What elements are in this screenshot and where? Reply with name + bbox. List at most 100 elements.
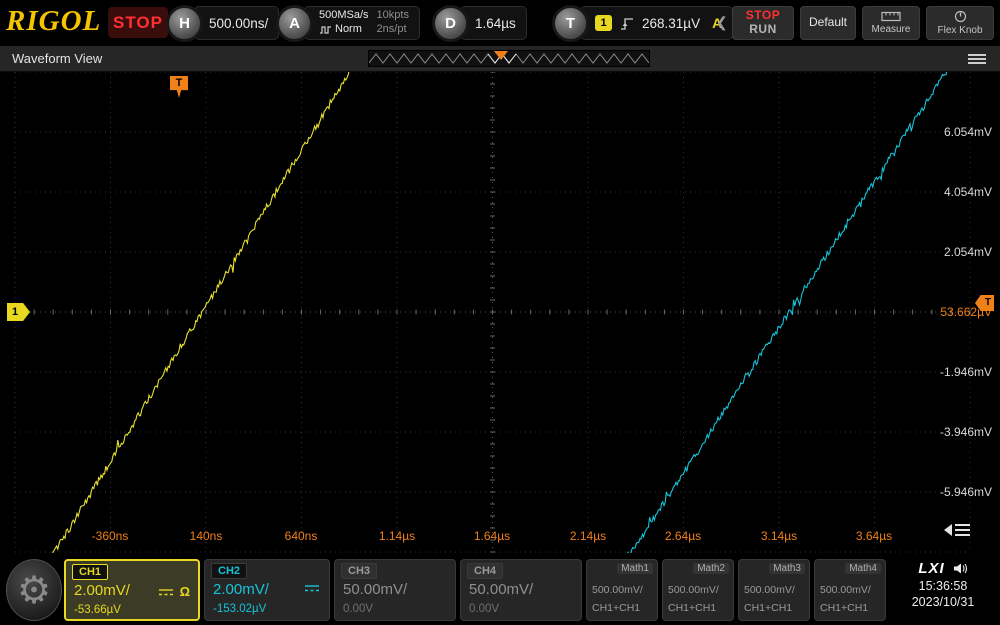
stop-run-button[interactable]: STOP RUN <box>732 6 794 40</box>
ch1-scale: 2.00mV/ <box>74 582 130 599</box>
flex-knob-icon <box>953 10 968 23</box>
lxi-logo: LXI <box>918 560 944 577</box>
measure-label: Measure <box>872 24 911 36</box>
rigol-logo: RIGOL <box>6 5 101 38</box>
y-axis-label: -3.946mV <box>940 425 992 439</box>
ch4-offset: 0.00V <box>469 603 499 615</box>
ch2-status-box[interactable]: CH2 2.00mV/ -153.02µV <box>204 559 330 621</box>
math2-scale: 500.00mV/ <box>668 584 719 596</box>
flex-knob-label: Flex Knob <box>937 25 982 37</box>
ch1-status-box[interactable]: CH1 2.00mV/ Ω -53.66µV <box>64 559 200 621</box>
waveform-canvas <box>0 72 1000 556</box>
chevron-left-icon[interactable]: ❮ <box>716 14 728 31</box>
math3-status-box[interactable]: Math3 500.00mV/ CH1+CH1 <box>738 559 810 621</box>
acquisition-status-badge: STOP <box>108 7 168 38</box>
math3-scale: 500.00mV/ <box>744 584 795 596</box>
trigger-group: T 1 268.31µV A <box>554 6 733 40</box>
math2-label: Math2 <box>693 563 729 574</box>
ch4-scale: 50.00mV/ <box>469 581 533 598</box>
memory-depth: 10kpts <box>377 9 409 23</box>
x-axis-label: 1.64µs <box>474 529 510 543</box>
math1-scale: 500.00mV/ <box>592 584 643 596</box>
x-axis-label: 140ns <box>190 529 223 543</box>
oscilloscope-screen: RIGOL STOP H 500.00ns/ A 500MSa/s Norm <box>0 0 1000 625</box>
math3-label: Math3 <box>769 563 805 574</box>
measure-icon <box>881 11 901 22</box>
system-date: 2023/10/31 <box>912 595 975 609</box>
ch4-status-box[interactable]: CH4 50.00mV/ 0.00V <box>460 559 582 621</box>
ch2-label: CH2 <box>211 563 247 579</box>
x-axis-label: -360ns <box>92 529 129 543</box>
y-axis-label: -5.946mV <box>940 485 992 499</box>
system-info: LXI 15:36:58 2023/10/31 <box>890 560 996 609</box>
waveform-display[interactable]: T 1 T 6.054mV 4.054mV 2.054mV 53.662µV -… <box>0 72 1000 556</box>
speaker-icon[interactable] <box>953 562 968 575</box>
trigger-box[interactable]: 1 268.31µV A <box>580 6 733 40</box>
trigger-level-value: 268.31µV <box>642 16 700 31</box>
record-waveform-preview <box>369 51 649 66</box>
math1-status-box[interactable]: Math1 500.00mV/ CH1+CH1 <box>586 559 658 621</box>
math2-status-box[interactable]: Math2 500.00mV/ CH1+CH1 <box>662 559 734 621</box>
x-axis-label: 640ns <box>285 529 318 543</box>
acquire-box[interactable]: 500MSa/s Norm 10kpts 2ns/pt <box>304 6 420 40</box>
y-axis-label-trigger: 53.662µV <box>940 305 992 319</box>
math1-expression: CH1+CH1 <box>592 602 640 614</box>
flex-knob-button[interactable]: Flex Knob <box>926 6 994 40</box>
view-title: Waveform View <box>12 51 102 66</box>
horizontal-scale-box[interactable]: 500.00ns/ <box>194 6 279 40</box>
math4-status-box[interactable]: Math4 500.00mV/ CH1+CH1 <box>814 559 886 621</box>
ch1-label: CH1 <box>72 564 108 580</box>
trigger-source-badge: 1 <box>595 15 612 31</box>
horizontal-knob[interactable]: H <box>168 7 201 40</box>
menu-icon[interactable] <box>968 52 986 66</box>
x-axis-label: 3.64µs <box>856 529 892 543</box>
delay-value: 1.64µs <box>475 16 516 31</box>
sample-rate: 500MSa/s <box>319 9 369 23</box>
acquire-knob[interactable]: A <box>278 7 311 40</box>
acquire-mode: Norm <box>335 23 362 37</box>
x-axis-label: 1.14µs <box>379 529 415 543</box>
waveform-view-titlebar: Waveform View <box>0 46 1000 72</box>
ch3-status-box[interactable]: CH3 50.00mV/ 0.00V <box>334 559 456 621</box>
delay-box[interactable]: 1.64µs <box>460 6 527 40</box>
math4-label: Math4 <box>845 563 881 574</box>
plot-menu-icon[interactable] <box>944 520 972 545</box>
status-bar: ⚙ CH1 2.00mV/ Ω -53.66µV CH2 2.00mV/ <box>0 556 1000 625</box>
ch4-label: CH4 <box>467 563 503 579</box>
trigger-slope-icon <box>620 16 634 31</box>
x-axis-label: 3.14µs <box>761 529 797 543</box>
stop-label: STOP <box>746 9 780 23</box>
time-per-point: 2ns/pt <box>377 23 409 37</box>
y-axis-label: 4.054mV <box>944 185 992 199</box>
horizontal-scale-group: H 500.00ns/ <box>168 6 279 40</box>
math4-scale: 500.00mV/ <box>820 584 871 596</box>
x-axis-label: 2.64µs <box>665 529 701 543</box>
ch3-scale: 50.00mV/ <box>343 581 407 598</box>
dc-coupling-icon <box>303 583 321 593</box>
y-axis-label: -1.946mV <box>940 365 992 379</box>
measure-button[interactable]: Measure <box>862 6 920 40</box>
top-bar: RIGOL STOP H 500.00ns/ A 500MSa/s Norm <box>0 0 1000 46</box>
system-time: 15:36:58 <box>919 579 968 593</box>
gear-icon[interactable]: ⚙ <box>6 559 62 621</box>
impedance-label: Ω <box>180 584 190 599</box>
trigger-knob[interactable]: T <box>554 7 587 40</box>
default-button[interactable]: Default <box>800 6 856 40</box>
y-axis-label: 6.054mV <box>944 125 992 139</box>
math2-expression: CH1+CH1 <box>668 602 716 614</box>
default-label: Default <box>809 16 847 30</box>
dc-coupling-icon <box>157 587 175 597</box>
ch1-offset: -53.66µV <box>74 604 121 616</box>
ch3-label: CH3 <box>341 563 377 579</box>
horizontal-scale-value: 500.00ns/ <box>209 16 268 31</box>
ch2-scale: 2.00mV/ <box>213 581 269 598</box>
delay-knob[interactable]: D <box>434 7 467 40</box>
delay-group: D 1.64µs <box>434 6 527 40</box>
x-axis-label: 2.14µs <box>570 529 606 543</box>
acquire-group: A 500MSa/s Norm 10kpts 2ns/pt <box>278 6 420 40</box>
record-position-bar[interactable] <box>368 50 650 67</box>
math1-label: Math1 <box>617 563 653 574</box>
acquire-mode-icon <box>319 25 332 34</box>
math3-expression: CH1+CH1 <box>744 602 792 614</box>
math4-expression: CH1+CH1 <box>820 602 868 614</box>
